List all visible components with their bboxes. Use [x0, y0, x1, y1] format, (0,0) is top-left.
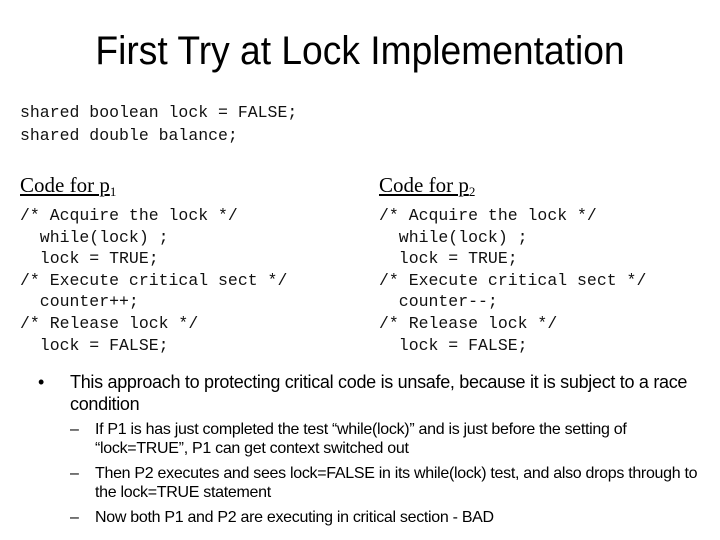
sub-bullet-marker: – — [70, 421, 79, 438]
shared-declarations: shared boolean lock = FALSE; shared doubl… — [20, 101, 297, 147]
code-block: /* Acquire the lock */ while(lock) ; loc… — [20, 205, 287, 356]
code-line: /* Release lock */ — [20, 313, 199, 333]
code-line: /* Acquire the lock */ — [20, 206, 238, 225]
column-heading: Code for p1 — [20, 172, 287, 205]
sub-bullet-text: If P1 is has just completed the test “wh… — [95, 421, 627, 457]
code-line: lock = TRUE; — [379, 249, 518, 269]
sub-bullet-text: Then P2 executes and sees lock=FALSE in … — [95, 465, 698, 501]
code-line: /* Release lock */ — [379, 313, 558, 333]
code-line: /* Execute critical sect */ — [20, 270, 288, 290]
heading-subscript: 1 — [109, 184, 117, 199]
code-line: counter++; — [20, 292, 139, 312]
code-line: shared boolean lock = FALSE; — [20, 103, 298, 122]
code-line: lock = FALSE; — [20, 335, 169, 355]
code-column-p1: Code for p1 /* Acquire the lock */ while… — [20, 172, 287, 356]
code-line: counter--; — [379, 292, 498, 312]
code-line: /* Acquire the lock */ — [379, 206, 597, 225]
code-line: while(lock) ; — [20, 227, 169, 247]
code-block: /* Acquire the lock */ while(lock) ; loc… — [379, 205, 646, 356]
code-line: /* Execute critical sect */ — [379, 270, 647, 290]
heading-text: Code for p — [20, 173, 110, 197]
bullet-item: • This approach to protecting critical c… — [38, 371, 698, 415]
sub-bullet-list: – If P1 is has just completed the test “… — [70, 420, 698, 527]
sub-bullet-item: – If P1 is has just completed the test “… — [70, 420, 698, 458]
sub-bullet-item: – Now both P1 and P2 are executing in cr… — [70, 508, 698, 527]
code-line: while(lock) ; — [379, 227, 528, 247]
heading-text: Code for p — [379, 173, 469, 197]
sub-bullet-item: – Then P2 executes and sees lock=FALSE i… — [70, 464, 698, 502]
bullet-marker: • — [38, 372, 45, 392]
code-line: lock = FALSE; — [379, 335, 528, 355]
bullet-text: This approach to protecting critical cod… — [70, 372, 688, 414]
slide-title: First Try at Lock Implementation — [95, 29, 625, 73]
sub-bullet-marker: – — [70, 465, 79, 482]
column-heading: Code for p2 — [379, 172, 646, 205]
sub-bullet-marker: – — [70, 509, 79, 526]
bullet-list: • This approach to protecting critical c… — [38, 371, 698, 533]
code-line: shared double balance; — [20, 126, 238, 145]
code-line: lock = TRUE; — [20, 249, 159, 269]
heading-subscript: 2 — [468, 184, 476, 199]
sub-bullet-text: Now both P1 and P2 are executing in crit… — [95, 509, 494, 526]
code-column-p2: Code for p2 /* Acquire the lock */ while… — [379, 172, 646, 356]
